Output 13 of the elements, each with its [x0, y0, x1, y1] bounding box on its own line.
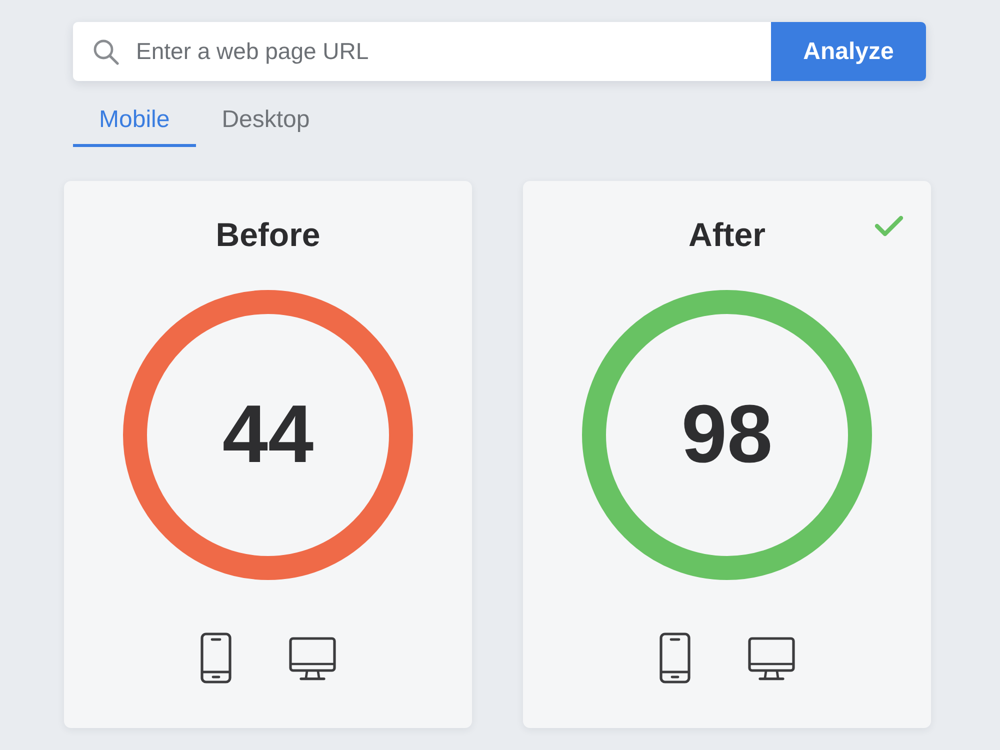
card-title: Before: [216, 216, 320, 254]
monitor-icon: [289, 637, 336, 681]
score-value: 98: [681, 390, 773, 480]
phone-icon: [659, 632, 691, 684]
monitor-icon: [748, 637, 795, 681]
score-value: 44: [222, 390, 314, 480]
analyze-button[interactable]: Analyze: [771, 22, 926, 81]
search-icon: [93, 39, 119, 65]
phone-icon: [200, 632, 232, 684]
tab[interactable]: Desktop: [196, 95, 336, 147]
card-title: After: [688, 216, 766, 254]
tab[interactable]: Mobile: [73, 95, 196, 147]
search-field[interactable]: Enter a web page URL: [73, 22, 771, 81]
